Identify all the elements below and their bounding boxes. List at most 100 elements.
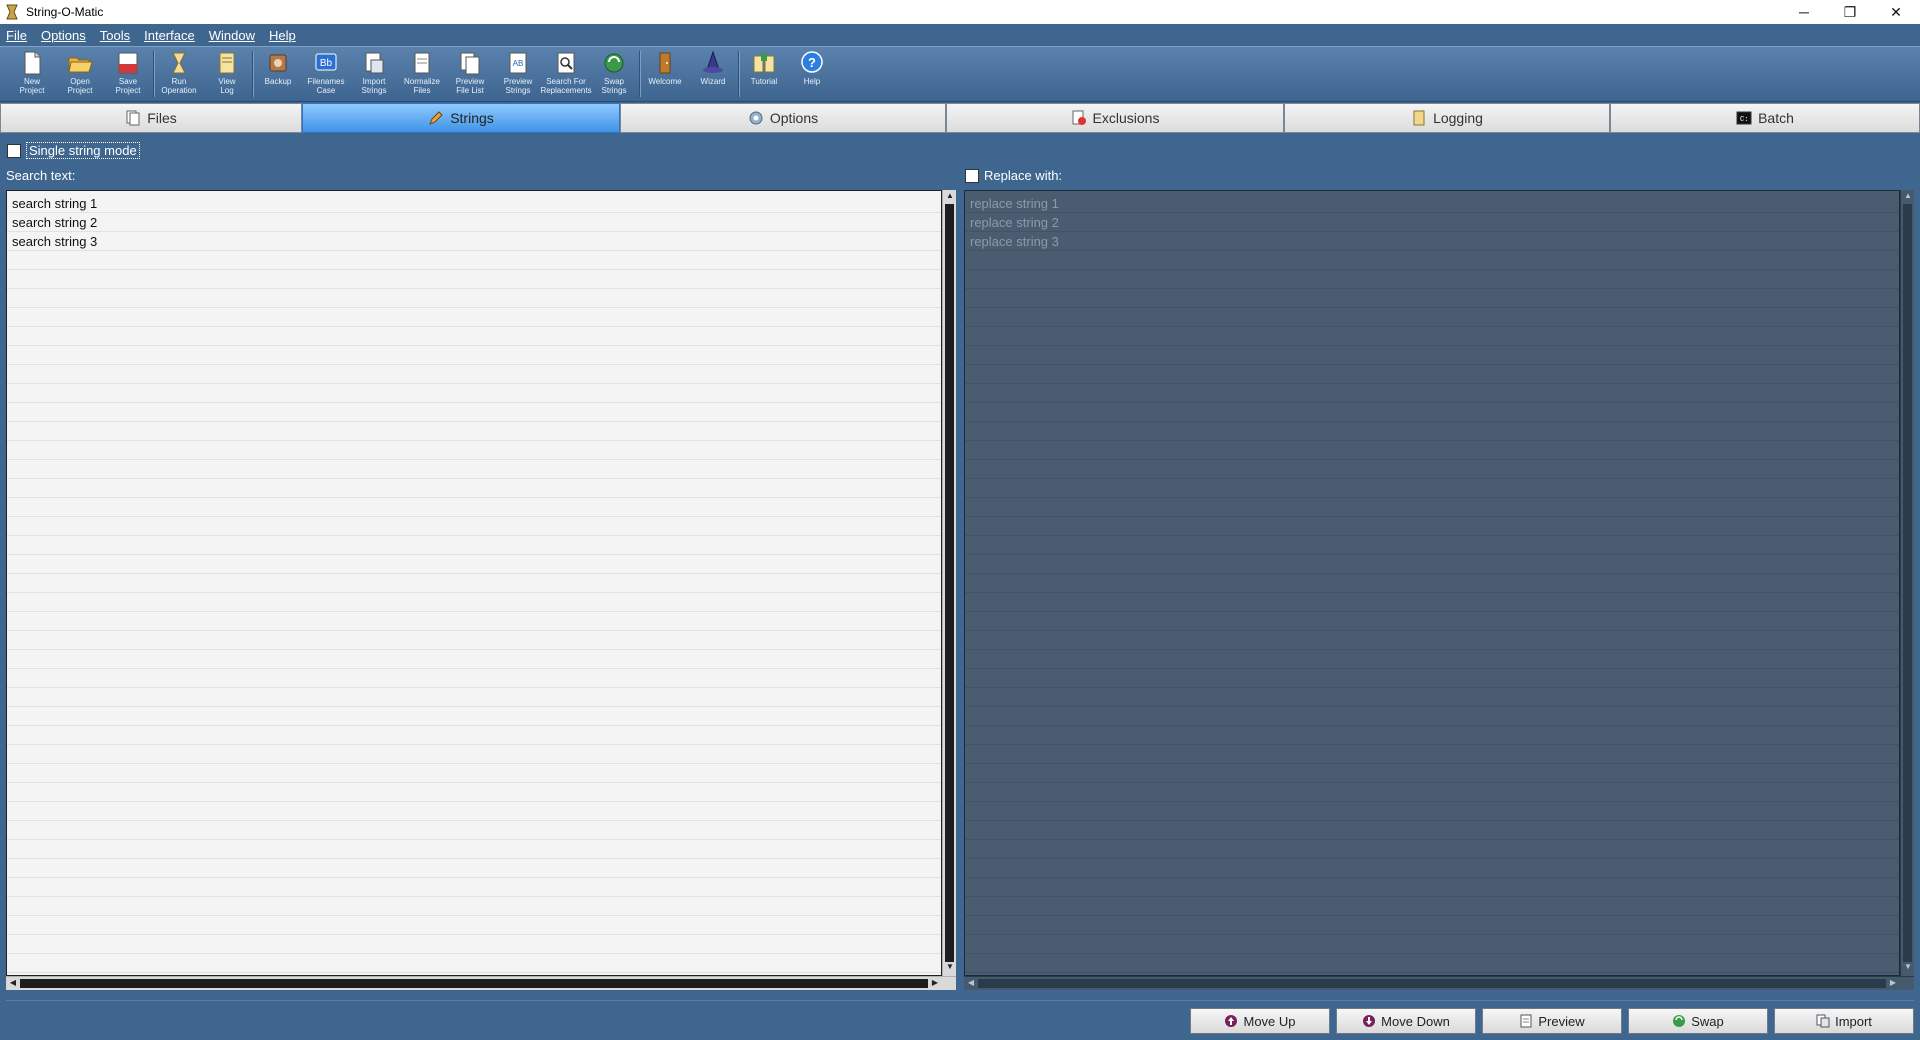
search-row[interactable] [7, 460, 941, 479]
search-row[interactable] [7, 479, 941, 498]
view-log-button[interactable]: View Log [203, 47, 251, 101]
search-row[interactable] [7, 384, 941, 403]
search-row[interactable] [7, 954, 941, 973]
replace-row[interactable] [965, 251, 1899, 270]
replace-row[interactable] [965, 327, 1899, 346]
search-row[interactable] [7, 935, 941, 954]
replace-row[interactable] [965, 555, 1899, 574]
replace-row[interactable] [965, 726, 1899, 745]
tab-strings[interactable]: Strings [302, 103, 620, 133]
swap-strings-button[interactable]: Swap Strings [590, 47, 638, 101]
import-button[interactable]: Import [1774, 1008, 1914, 1034]
search-row[interactable] [7, 593, 941, 612]
search-row[interactable] [7, 840, 941, 859]
search-row[interactable] [7, 802, 941, 821]
close-button[interactable]: ✕ [1873, 0, 1919, 24]
search-row[interactable] [7, 631, 941, 650]
search-row[interactable] [7, 403, 941, 422]
replace-row[interactable] [965, 289, 1899, 308]
scroll-thumb[interactable] [945, 204, 954, 962]
tab-logging[interactable]: Logging [1284, 103, 1610, 133]
replace-row[interactable] [965, 840, 1899, 859]
search-row[interactable] [7, 498, 941, 517]
save-project-button[interactable]: Save Project [104, 47, 152, 101]
scroll-down-arrow-icon[interactable]: ▼ [1901, 962, 1915, 971]
replace-row[interactable] [965, 536, 1899, 555]
scroll-thumb[interactable] [20, 979, 928, 988]
replace-row[interactable] [965, 384, 1899, 403]
search-row[interactable] [7, 669, 941, 688]
menu-interface[interactable]: Interface [144, 28, 195, 43]
backup-button[interactable]: Backup [254, 47, 302, 101]
replace-row[interactable] [965, 916, 1899, 935]
search-row[interactable] [7, 555, 941, 574]
minimize-button[interactable]: ─ [1781, 0, 1827, 24]
search-row[interactable] [7, 422, 941, 441]
replace-with-checkbox[interactable]: Replace with: [965, 168, 1062, 183]
replace-row[interactable] [965, 308, 1899, 327]
search-row[interactable] [7, 707, 941, 726]
search-row[interactable] [7, 517, 941, 536]
replace-with-box[interactable] [965, 168, 979, 183]
filenames-case-button[interactable]: Bb Filenames Case [302, 47, 350, 101]
single-string-mode-box[interactable] [7, 143, 21, 158]
replace-row[interactable] [965, 270, 1899, 289]
replace-row[interactable]: replace string 1 [965, 194, 1899, 213]
replace-row[interactable] [965, 346, 1899, 365]
replace-row[interactable] [965, 365, 1899, 384]
replace-row[interactable] [965, 783, 1899, 802]
search-vertical-scrollbar[interactable]: ▲ ▼ [942, 190, 956, 976]
replace-row[interactable] [965, 612, 1899, 631]
restore-button[interactable]: ❐ [1827, 0, 1873, 24]
scroll-up-arrow-icon[interactable]: ▲ [943, 191, 957, 200]
scroll-thumb[interactable] [1903, 204, 1912, 962]
replace-text-list[interactable]: replace string 1 replace string 2 replace … [964, 190, 1900, 976]
tab-files[interactable]: Files [0, 103, 302, 133]
menu-tools[interactable]: Tools [100, 28, 130, 43]
replace-row[interactable] [965, 707, 1899, 726]
search-row[interactable] [7, 745, 941, 764]
replace-row[interactable] [965, 403, 1899, 422]
replace-row[interactable] [965, 745, 1899, 764]
search-row[interactable] [7, 897, 941, 916]
replace-row[interactable] [965, 878, 1899, 897]
move-down-button[interactable]: Move Down [1336, 1008, 1476, 1034]
menu-window[interactable]: Window [209, 28, 255, 43]
import-strings-button[interactable]: Import Strings [350, 47, 398, 101]
search-row[interactable] [7, 726, 941, 745]
move-up-button[interactable]: Move Up [1190, 1008, 1330, 1034]
replace-row[interactable] [965, 422, 1899, 441]
open-project-button[interactable]: Open Project [56, 47, 104, 101]
replace-row[interactable] [965, 498, 1899, 517]
replace-horizontal-scrollbar[interactable]: ◀ ▶ [964, 976, 1914, 990]
replace-row[interactable] [965, 479, 1899, 498]
run-operation-button[interactable]: Run Operation [155, 47, 203, 101]
search-row[interactable] [7, 536, 941, 555]
tab-options[interactable]: Options [620, 103, 946, 133]
replace-row[interactable] [965, 859, 1899, 878]
search-row[interactable] [7, 783, 941, 802]
replace-row[interactable] [965, 593, 1899, 612]
search-row[interactable] [7, 612, 941, 631]
replace-vertical-scrollbar[interactable]: ▲ ▼ [1900, 190, 1914, 976]
normalize-files-button[interactable]: Normalize Files [398, 47, 446, 101]
search-row[interactable] [7, 365, 941, 384]
tutorial-button[interactable]: Tutorial [740, 47, 788, 101]
scroll-thumb[interactable] [978, 979, 1886, 988]
search-row[interactable]: search string 2 [7, 213, 941, 232]
replace-row[interactable] [965, 897, 1899, 916]
preview-file-list-button[interactable]: Preview File List [446, 47, 494, 101]
replace-row[interactable] [965, 954, 1899, 973]
search-row[interactable] [7, 289, 941, 308]
scroll-down-arrow-icon[interactable]: ▼ [943, 962, 957, 971]
scroll-up-arrow-icon[interactable]: ▲ [1901, 191, 1915, 200]
search-row[interactable] [7, 650, 941, 669]
search-row[interactable] [7, 574, 941, 593]
search-row[interactable] [7, 764, 941, 783]
search-row[interactable] [7, 916, 941, 935]
search-row[interactable] [7, 878, 941, 897]
search-row[interactable] [7, 688, 941, 707]
scroll-right-arrow-icon[interactable]: ▶ [1886, 978, 1900, 987]
swap-button[interactable]: Swap [1628, 1008, 1768, 1034]
search-horizontal-scrollbar[interactable]: ◀ ▶ [6, 976, 956, 990]
